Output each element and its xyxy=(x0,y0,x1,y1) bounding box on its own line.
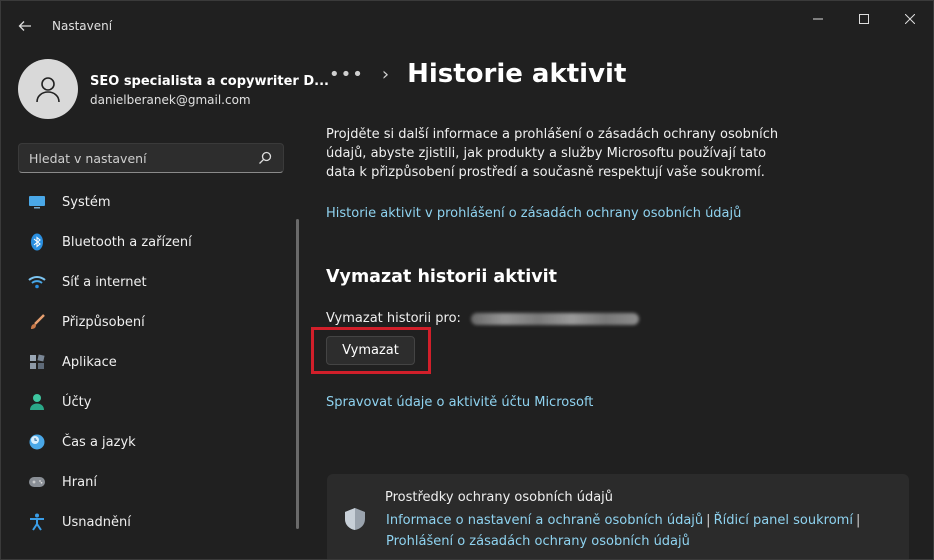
sidebar: SEO specialista a copywriter D... daniel… xyxy=(1,49,329,559)
accounts-icon xyxy=(28,393,46,411)
wifi-icon xyxy=(28,273,46,291)
privacy-description: Projděte si další informace a prohlášení… xyxy=(326,127,779,180)
sidebar-scrollbar[interactable] xyxy=(296,219,299,529)
shield-icon xyxy=(345,508,365,530)
sidebar-item-label: Systém xyxy=(62,194,111,210)
breadcrumb-more-button[interactable]: ••• xyxy=(329,64,364,85)
manage-activity-link[interactable]: Spravovat údaje o aktivitě účtu Microsof… xyxy=(326,395,593,410)
main-content: ••• › Historie aktivit Projděte si další… xyxy=(311,49,916,559)
arrow-left-icon xyxy=(18,21,31,31)
minimize-button[interactable] xyxy=(795,1,841,37)
link-separator: | xyxy=(706,513,711,528)
close-button[interactable] xyxy=(887,1,933,37)
app-title: Nastavení xyxy=(52,19,113,33)
clear-for-row: Vymazat historii pro: xyxy=(326,311,640,326)
nav-list: Systém Bluetooth a zařízení Síť a intern… xyxy=(18,182,286,542)
minimize-icon xyxy=(813,18,823,20)
clear-for-label: Vymazat historii pro: xyxy=(326,311,461,326)
privacy-resources-card: Prostředky ochrany osobních údajů Inform… xyxy=(327,474,909,559)
search-box[interactable]: Hledat v nastavení xyxy=(18,143,284,173)
gaming-icon xyxy=(28,473,46,491)
sidebar-item-personalization[interactable]: Přizpůsobení xyxy=(18,302,286,342)
sidebar-item-gaming[interactable]: Hraní xyxy=(18,462,286,502)
privacy-dashboard-link[interactable]: Řídicí panel soukromí xyxy=(714,513,853,528)
bluetooth-icon xyxy=(28,233,46,251)
link-separator: | xyxy=(855,513,861,528)
user-email: danielberanek@gmail.com xyxy=(90,93,251,107)
breadcrumb: ••• › Historie aktivit xyxy=(329,59,626,89)
card-title: Prostředky ochrany osobních údajů xyxy=(385,490,614,505)
accessibility-icon xyxy=(28,513,46,531)
privacy-settings-link[interactable]: Informace o nastavení a ochraně osobních… xyxy=(386,513,703,528)
sidebar-item-accessibility[interactable]: Usnadnění xyxy=(18,502,286,542)
sidebar-item-label: Čas a jazyk xyxy=(62,434,136,450)
user-icon xyxy=(36,77,60,103)
sidebar-item-bluetooth[interactable]: Bluetooth a zařízení xyxy=(18,222,286,262)
sidebar-item-system[interactable]: Systém xyxy=(18,182,286,222)
card-links: Informace o nastavení a ochraně osobních… xyxy=(386,510,876,552)
sidebar-item-label: Bluetooth a zařízení xyxy=(62,234,192,250)
settings-window: Nastavení SEO specialista a copywriter D… xyxy=(0,0,934,560)
sidebar-item-label: Hraní xyxy=(62,474,97,490)
privacy-statement-link[interactable]: Prohlášení o zásadách ochrany osobních ú… xyxy=(386,534,690,549)
redacted-email xyxy=(471,312,640,325)
sidebar-item-accounts[interactable]: Účty xyxy=(18,382,286,422)
maximize-button[interactable] xyxy=(841,1,887,37)
clear-section-title: Vymazat historii aktivit xyxy=(326,267,558,287)
apps-icon xyxy=(28,353,46,371)
user-name: SEO specialista a copywriter D... xyxy=(90,74,329,89)
sidebar-item-time-language[interactable]: Čas a jazyk xyxy=(18,422,286,462)
sidebar-item-label: Účty xyxy=(62,394,92,410)
chevron-right-icon: › xyxy=(381,63,390,85)
avatar[interactable] xyxy=(18,59,78,119)
search-placeholder: Hledat v nastavení xyxy=(29,151,147,166)
maximize-icon xyxy=(859,14,869,24)
history-privacy-link[interactable]: Historie aktivit v prohlášení o zásadách… xyxy=(326,206,741,221)
sidebar-item-label: Přizpůsobení xyxy=(62,314,145,330)
sidebar-item-apps[interactable]: Aplikace xyxy=(18,342,286,382)
sidebar-item-label: Usnadnění xyxy=(62,514,131,530)
close-icon xyxy=(905,14,915,24)
brush-icon xyxy=(28,313,46,331)
title-bar: Nastavení xyxy=(1,1,933,49)
page-title: Historie aktivit xyxy=(407,59,627,89)
search-icon[interactable] xyxy=(257,150,273,166)
time-language-icon xyxy=(28,433,46,451)
clear-button[interactable]: Vymazat xyxy=(326,336,415,365)
sidebar-item-label: Síť a internet xyxy=(62,274,147,290)
system-icon xyxy=(28,193,46,211)
sidebar-item-label: Aplikace xyxy=(62,354,117,370)
sidebar-item-network[interactable]: Síť a internet xyxy=(18,262,286,302)
back-button[interactable] xyxy=(11,13,39,39)
